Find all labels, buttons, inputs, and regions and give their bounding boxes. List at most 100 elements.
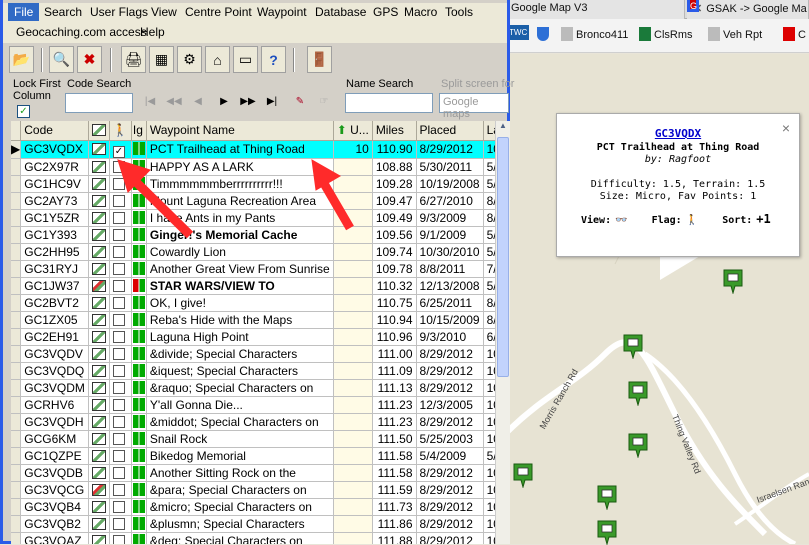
cell-miles[interactable]: 111.13 <box>372 379 417 397</box>
user-flag-checkbox[interactable] <box>112 398 125 411</box>
menu-search[interactable]: Search <box>38 3 88 21</box>
next-record-icon[interactable]: ▶ <box>213 90 235 112</box>
user-flag-checkbox[interactable] <box>112 483 125 496</box>
cell-waypoint-name[interactable]: &raquo; Special Characters on <box>146 379 334 397</box>
cell-last-found[interactable]: 5/26/2012 <box>483 175 495 193</box>
cell-user-sort[interactable] <box>333 175 373 193</box>
cell-code[interactable]: GC3VQDV <box>20 345 89 363</box>
cell-code[interactable]: GC3VQB2 <box>20 515 89 533</box>
cell-code[interactable]: GC3VQB4 <box>20 498 89 516</box>
cell-user-sort[interactable] <box>333 379 373 397</box>
cell-last-found[interactable]: 5/5/2012 <box>483 243 495 261</box>
table-row[interactable]: GC1JW37 STAR WARS/VIEW TO 110.32 12/13/2008… <box>11 277 495 295</box>
cell-user-sort[interactable] <box>333 192 373 210</box>
bookmark-c[interactable]: C <box>783 27 806 41</box>
cell-placed[interactable]: 8/29/2012 <box>416 140 484 159</box>
table-row[interactable]: GC3VQAZ &deg; Special Characters on 111.88… <box>11 532 495 544</box>
cell-user-flag[interactable] <box>109 396 132 414</box>
cell-user-sort[interactable] <box>333 294 373 312</box>
user-flag-checkbox[interactable] <box>112 262 125 275</box>
cell-user-sort[interactable] <box>333 243 373 261</box>
cell-miles[interactable]: 109.56 <box>372 226 417 244</box>
cell-user-sort[interactable] <box>333 209 373 227</box>
cell-code[interactable]: GC3VQDM <box>20 379 89 397</box>
col-header-last-found[interactable]: Last Found <box>483 121 495 141</box>
cell-user-sort[interactable] <box>333 481 373 499</box>
cell-placed[interactable]: 5/25/2003 <box>416 430 484 448</box>
cell-waypoint-name[interactable]: HAPPY AS A LARK <box>146 158 334 176</box>
cell-user-flag[interactable] <box>109 413 132 431</box>
menu-centre-point[interactable]: Centre Point <box>179 3 258 21</box>
menu-geocaching-access[interactable]: Geocaching.com access <box>10 23 153 41</box>
cell-code[interactable]: GC3VQCG <box>20 481 89 499</box>
next-page-icon[interactable]: ▶▶ <box>237 90 259 112</box>
cell-user-sort[interactable] <box>333 430 373 448</box>
table-row[interactable]: GC1ZX05 Reba's Hide with the Maps 110.94 10… <box>11 311 495 329</box>
cell-miles[interactable]: 108.88 <box>372 158 417 176</box>
cell-miles[interactable]: 109.49 <box>372 209 417 227</box>
cell-user-flag[interactable] <box>109 226 132 244</box>
table-row[interactable]: GC2HH95 Cowardly Lion 109.7410/30/20105/5/… <box>11 243 495 261</box>
cell-miles[interactable]: 109.78 <box>372 260 417 278</box>
cell-waypoint-name[interactable]: Snail Rock <box>146 430 334 448</box>
scrollbar-thumb[interactable] <box>497 137 509 377</box>
cell-last-found[interactable]: 7/8/2012 <box>483 260 495 278</box>
exit-icon[interactable]: 🚪 <box>307 46 332 73</box>
table-row[interactable]: GC2EH91 Laguna High Point 110.969/3/20106/… <box>11 328 495 346</box>
cell-placed[interactable]: 8/8/2011 <box>416 260 484 278</box>
cell-last-found[interactable]: 8/8/2012 <box>483 209 495 227</box>
menu-help[interactable]: Help <box>134 23 171 41</box>
menu-waypoint[interactable]: Waypoint <box>251 3 313 21</box>
cell-miles[interactable]: 111.86 <box>372 515 417 533</box>
table-row[interactable]: GC1HC9V Timmmmmmberrrrrrrrrr!!! 109.28 10/1… <box>11 175 495 193</box>
cell-waypoint-name[interactable]: &plusmn; Special Characters <box>146 515 334 533</box>
col-header-miles[interactable]: Miles <box>372 121 417 141</box>
preview-icon[interactable]: 🔍 <box>49 46 74 73</box>
prev-page-icon[interactable]: ◀◀ <box>163 90 185 112</box>
cell-waypoint-name[interactable]: Bikedog Memorial <box>146 447 334 465</box>
table-row[interactable]: GC2AY73 Mount Laguna Recreation Area 109.4… <box>11 192 495 210</box>
cell-user-flag[interactable] <box>109 209 132 227</box>
delete-icon[interactable]: ✖ <box>77 46 102 73</box>
cell-placed[interactable]: 10/15/2009 <box>416 311 484 329</box>
cell-waypoint-name[interactable]: &iquest; Special Characters <box>146 362 334 380</box>
browser-tab-google-map[interactable]: Google Map V3 <box>505 0 685 19</box>
cell-miles[interactable]: 111.09 <box>372 362 417 380</box>
table-row[interactable]: GC1Y393 Ginger!'s Memorial Cache 109.56 9/1… <box>11 226 495 244</box>
close-icon[interactable]: × <box>782 120 790 136</box>
col-header-type[interactable] <box>88 121 110 141</box>
user-flag-checkbox[interactable] <box>112 500 125 513</box>
pointer-icon[interactable]: ☞ <box>313 90 335 112</box>
shield-bookmark[interactable] <box>537 27 552 41</box>
user-flag-checkbox[interactable] <box>112 466 125 479</box>
bookmark-clsrms[interactable]: ClsRms <box>639 27 693 41</box>
cell-user-flag[interactable] <box>109 481 132 499</box>
cell-user-sort[interactable] <box>333 311 373 329</box>
menu-user-flags[interactable]: User Flags <box>84 3 154 21</box>
table-row[interactable]: GC1Y5ZR I have Ants in my Pants 109.49 9/3/… <box>11 209 495 227</box>
help-icon[interactable]: ? <box>261 46 286 73</box>
cell-code[interactable]: GCG6KM <box>20 430 89 448</box>
col-header-code[interactable]: Code <box>20 121 89 141</box>
cell-waypoint-name[interactable]: &micro; Special Characters on <box>146 498 334 516</box>
cell-last-found[interactable]: 8/31/2012 <box>483 311 495 329</box>
cell-last-found[interactable]: 10/14/2012 <box>483 498 495 516</box>
menu-tools[interactable]: Tools <box>439 3 479 21</box>
cell-user-flag[interactable] <box>109 447 132 465</box>
cell-user-flag[interactable] <box>109 192 132 210</box>
cell-code[interactable]: GC2BVT2 <box>20 294 89 312</box>
cell-miles[interactable]: 110.94 <box>372 311 417 329</box>
cell-waypoint-name[interactable]: &para; Special Characters on <box>146 481 334 499</box>
cell-placed[interactable]: 9/3/2010 <box>416 328 484 346</box>
cache-code-link[interactable]: GC3VQDX <box>557 127 799 140</box>
cell-miles[interactable]: 111.23 <box>372 396 417 414</box>
cell-user-flag[interactable] <box>109 328 132 346</box>
window-icon[interactable]: ▭ <box>233 46 258 73</box>
table-row[interactable]: GC3VQDQ &iquest; Special Characters 111.09… <box>11 362 495 380</box>
cell-code[interactable]: GCRHV6 <box>20 396 89 414</box>
cell-code[interactable]: GC3VQDB <box>20 464 89 482</box>
cell-user-flag[interactable] <box>109 345 132 363</box>
edit-icon[interactable]: ✎ <box>289 90 311 112</box>
cell-last-found[interactable]: 10/14/2012 <box>483 345 495 363</box>
cell-user-sort[interactable] <box>333 447 373 465</box>
